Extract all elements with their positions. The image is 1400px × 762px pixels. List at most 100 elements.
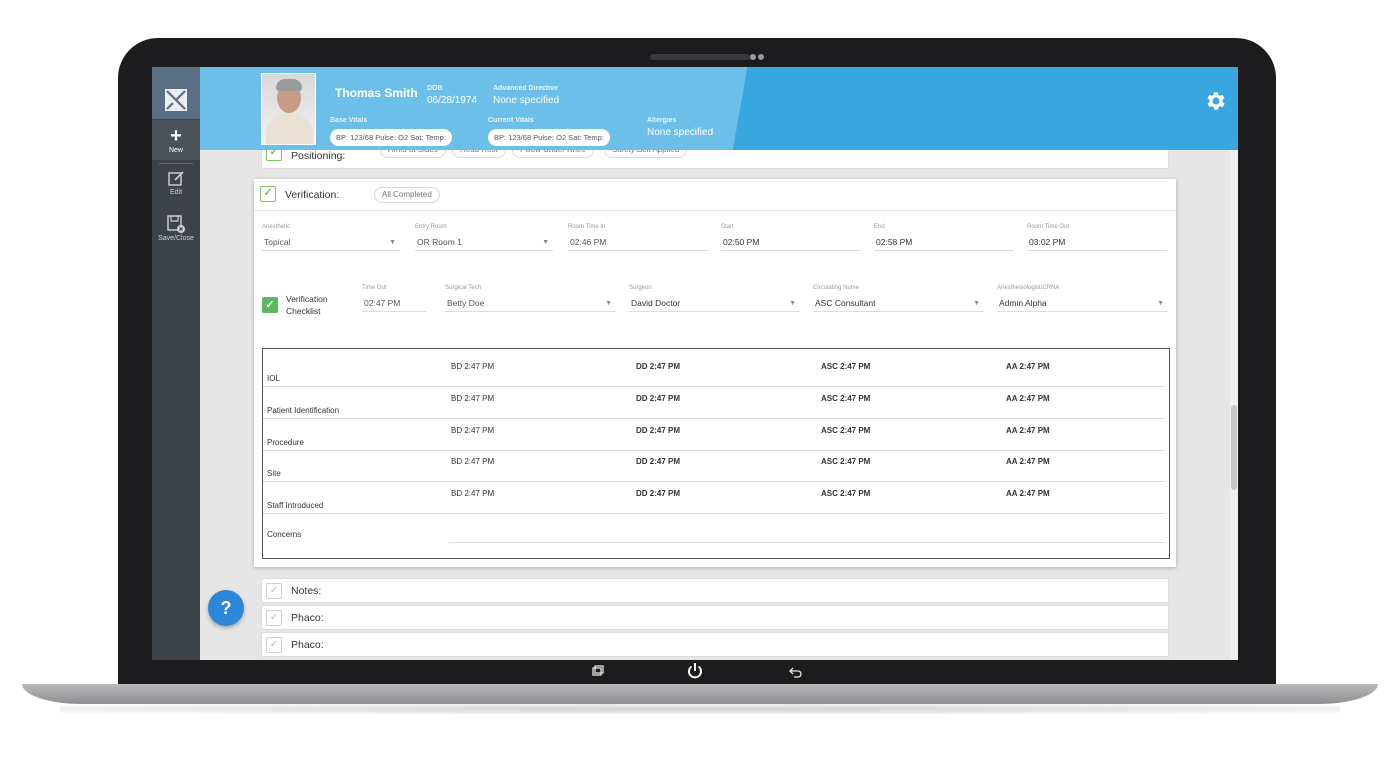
surgeon-value: David Doctor	[631, 298, 681, 308]
app-logo-icon	[165, 89, 187, 111]
signoff-cell[interactable]: AA 2:47 PM	[1006, 457, 1050, 466]
room-time-out-value: 03:02 PM	[1027, 234, 1167, 251]
room-time-in-field[interactable]: Room Time In 02:46 PM	[568, 224, 708, 251]
dob-label: DOB	[427, 85, 443, 92]
surgical-tech-value: Betty Doe	[447, 298, 485, 308]
save-close-icon	[167, 215, 185, 233]
gear-icon[interactable]	[1204, 89, 1228, 113]
checklist-table: IOL BD 2:47 PM DD 2:47 PM ASC 2:47 PM AA…	[262, 348, 1170, 559]
back-icon[interactable]	[786, 663, 806, 681]
table-row: Procedure BD 2:47 PM DD 2:47 PM ASC 2:47…	[263, 419, 1169, 451]
allergies-label: Allergies	[647, 117, 677, 124]
help-button[interactable]: ?	[208, 590, 244, 626]
start-field[interactable]: Start 02:50 PM	[721, 224, 861, 251]
signoff-cell[interactable]: BD 2:47 PM	[451, 362, 494, 371]
positioning-pill[interactable]: Pillow Under Knee	[512, 150, 594, 158]
new-button[interactable]: + New	[152, 120, 200, 160]
time-out-field[interactable]: Time Out 02:47 PM	[362, 285, 426, 312]
signoff-cell[interactable]: ASC 2:47 PM	[821, 457, 870, 466]
surgical-tech-label: Surgical Tech	[445, 285, 481, 291]
signoff-cell[interactable]: DD 2:47 PM	[636, 457, 680, 466]
end-value: 02:58 PM	[874, 234, 1014, 251]
signoff-cell[interactable]: ASC 2:47 PM	[821, 489, 870, 498]
room-time-out-field[interactable]: Room Time Out 03:02 PM	[1027, 224, 1167, 251]
phaco-section[interactable]: ✓ Phaco:	[261, 632, 1169, 657]
room-time-in-label: Room Time In	[568, 224, 606, 230]
edit-icon	[168, 171, 184, 186]
room-time-out-label: Room Time Out	[1027, 224, 1070, 230]
checklist-label-line1: Verification	[286, 294, 328, 304]
signoff-cell[interactable]: AA 2:47 PM	[1006, 426, 1050, 435]
save-close-label: Save/Close	[158, 235, 194, 242]
signoff-cell[interactable]: DD 2:47 PM	[636, 489, 680, 498]
sidebar-divider	[158, 163, 194, 164]
caret-down-icon: ▼	[789, 300, 796, 307]
table-row: Site BD 2:47 PM DD 2:47 PM ASC 2:47 PM A…	[263, 450, 1169, 482]
circulating-nurse-select[interactable]: Circulating Nurse ASC Consultant ▼	[813, 285, 984, 312]
phaco-section[interactable]: ✓ Phaco:	[261, 605, 1169, 630]
signoff-cell[interactable]: AA 2:47 PM	[1006, 394, 1050, 403]
power-icon[interactable]	[685, 661, 705, 681]
recent-apps-icon[interactable]	[587, 663, 607, 681]
circulating-nurse-label: Circulating Nurse	[813, 285, 860, 291]
positioning-title: Positioning:	[291, 150, 346, 162]
notes-check-icon[interactable]: ✓	[266, 583, 282, 599]
positioning-section[interactable]: ✓ Positioning: Arms at Sides Head Rest P…	[261, 150, 1169, 169]
anesthesiologist-select[interactable]: Anesthesiologist/CRNA Admin Alpha ▼	[997, 285, 1168, 312]
notes-section[interactable]: ✓ Notes:	[261, 578, 1169, 603]
signoff-cell[interactable]: AA 2:47 PM	[1006, 489, 1050, 498]
patient-photo	[261, 73, 316, 145]
logo-box	[152, 67, 200, 119]
phaco-check-icon[interactable]: ✓	[266, 637, 282, 653]
scrollbar-thumb[interactable]	[1231, 405, 1237, 490]
row-name: Staff Introduced	[267, 501, 324, 510]
surgical-tech-select[interactable]: Surgical Tech Betty Doe ▼	[445, 285, 616, 312]
end-field[interactable]: End 02:58 PM	[874, 224, 1014, 251]
row-name: Procedure	[267, 438, 304, 447]
signoff-cell[interactable]: BD 2:47 PM	[451, 426, 494, 435]
edit-button[interactable]: Edit	[152, 170, 200, 206]
phaco-check-icon[interactable]: ✓	[266, 610, 282, 626]
circulating-nurse-value: ASC Consultant	[815, 298, 876, 308]
signoff-cell[interactable]: BD 2:47 PM	[451, 457, 494, 466]
verification-checklist-check-icon[interactable]: ✓	[262, 297, 278, 313]
signoff-cell[interactable]: AA 2:47 PM	[1006, 362, 1050, 371]
device-taskbar	[152, 660, 1238, 684]
positioning-pill[interactable]: Arms at Sides	[380, 150, 446, 158]
positioning-check-icon[interactable]: ✓	[266, 150, 282, 161]
current-vitals-value: BP: 123/68 Pulse: O2 Sat: Temp:	[488, 129, 610, 146]
anesthetic-value: Topical	[264, 237, 291, 247]
signoff-cell[interactable]: BD 2:47 PM	[451, 489, 494, 498]
new-label: New	[168, 147, 183, 154]
signoff-cell[interactable]: BD 2:47 PM	[451, 394, 494, 403]
signoff-cell[interactable]: DD 2:47 PM	[636, 362, 680, 371]
surgeon-label: Surgeon	[629, 285, 652, 291]
caret-down-icon: ▼	[605, 300, 612, 307]
signoff-cell[interactable]: DD 2:47 PM	[636, 426, 680, 435]
anesthetic-select[interactable]: Anesthetic Topical ▼	[262, 224, 400, 251]
surgeon-select[interactable]: Surgeon David Doctor ▼	[629, 285, 800, 312]
signoff-cell[interactable]: ASC 2:47 PM	[821, 426, 870, 435]
base-vitals-label: Base Vitals	[330, 117, 368, 124]
patient-header: Thomas Smith DOB 06/28/1974 Advanced Dir…	[200, 67, 1238, 150]
positioning-pill[interactable]: Safety Belt Applied	[604, 150, 688, 158]
time-out-value: 02:47 PM	[362, 295, 426, 312]
camera-dot	[758, 54, 764, 60]
signoff-cell[interactable]: DD 2:47 PM	[636, 394, 680, 403]
scrollbar[interactable]	[1230, 150, 1238, 660]
row-name: IOL	[267, 374, 280, 383]
verification-title: Verification:	[285, 189, 340, 201]
laptop-base	[22, 684, 1378, 704]
card-divider	[254, 210, 1176, 211]
start-label: Start	[721, 224, 734, 230]
positioning-pill[interactable]: Head Rest	[452, 150, 506, 158]
save-close-button[interactable]: Save/Close	[152, 214, 200, 250]
phaco-title: Phaco:	[291, 612, 324, 624]
end-label: End	[874, 224, 885, 230]
signoff-cell[interactable]: ASC 2:47 PM	[821, 394, 870, 403]
dob-value: 06/28/1974	[427, 95, 478, 106]
verification-status-pill: All Completed	[374, 187, 440, 203]
verification-check-icon[interactable]: ✓	[260, 186, 276, 202]
signoff-cell[interactable]: ASC 2:47 PM	[821, 362, 870, 371]
entry-room-select[interactable]: Entry Room OR Room 1 ▼	[415, 224, 553, 251]
